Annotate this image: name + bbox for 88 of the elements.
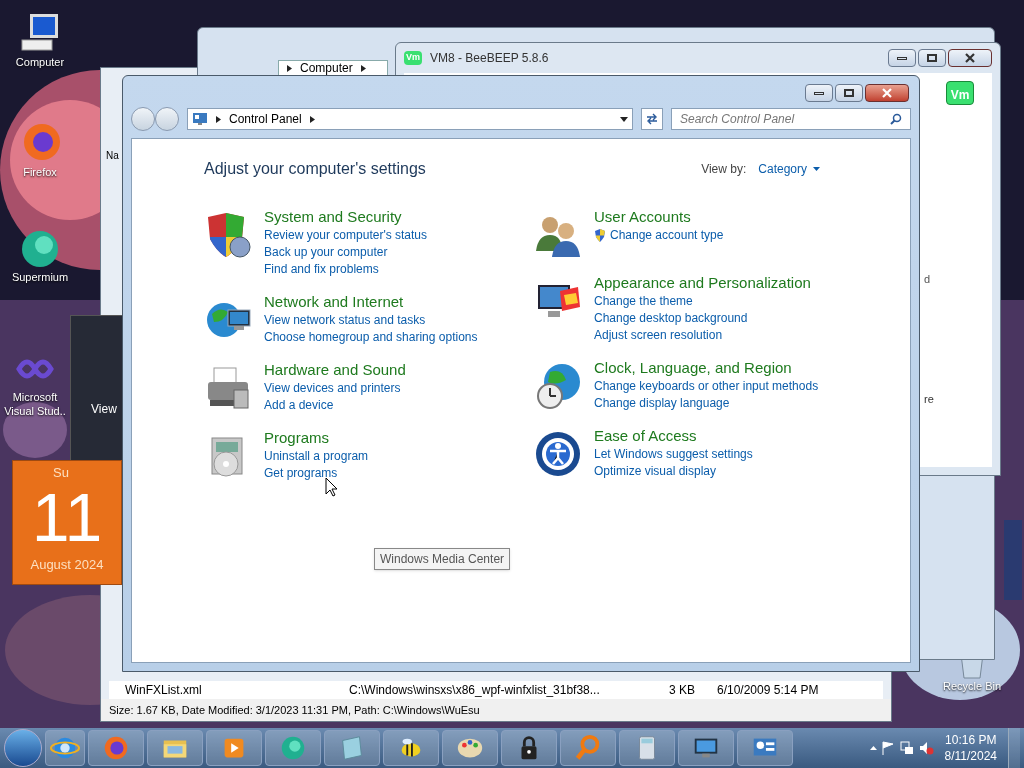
- control-panel-icon: [192, 112, 208, 126]
- column-header[interactable]: Na: [106, 148, 119, 163]
- network-icon[interactable]: [898, 740, 915, 756]
- maximize-button[interactable]: [918, 49, 946, 67]
- caret-down-icon: [813, 167, 820, 171]
- muted-speaker-icon[interactable]: [917, 740, 934, 756]
- taskbar-button[interactable]: [737, 730, 793, 766]
- dropdown-arrow-icon: [620, 116, 628, 122]
- tooltip: Windows Media Center: [374, 548, 511, 570]
- category-title[interactable]: Ease of Access: [594, 426, 753, 446]
- taskbar-button[interactable]: [45, 730, 85, 766]
- address-bar[interactable]: Control Panel: [187, 108, 633, 130]
- search-icon: [890, 113, 902, 125]
- accessibility-icon: [534, 430, 582, 478]
- category-link[interactable]: View network status and tasks: [264, 312, 426, 329]
- category-link[interactable]: Review your computer's status: [264, 227, 428, 244]
- view-by-label: View by:: [701, 161, 747, 178]
- category-title[interactable]: System and Security: [264, 207, 428, 227]
- refresh-button[interactable]: [641, 108, 663, 130]
- text-fragment: d: [924, 272, 931, 287]
- text-fragment: re: [924, 392, 934, 407]
- minimize-button[interactable]: [805, 84, 833, 102]
- taskbar-button[interactable]: [442, 730, 498, 766]
- category-link[interactable]: Adjust screen resolution: [594, 327, 723, 344]
- taskbar-button[interactable]: [147, 730, 203, 766]
- chevron-right-icon: [309, 115, 315, 123]
- file-name[interactable]: WinFXList.xml: [109, 681, 349, 699]
- taskbar-button[interactable]: [678, 730, 734, 766]
- category-link[interactable]: Change keyboards or other input methods: [594, 378, 819, 395]
- desktop-icon-label[interactable]: Microsoft Visual Stud..: [0, 391, 70, 419]
- category-title[interactable]: Hardware and Sound: [264, 360, 406, 380]
- category-link[interactable]: Add a device: [264, 397, 334, 414]
- taskbar-button[interactable]: [501, 730, 557, 766]
- refresh-icon: [646, 113, 658, 125]
- category-link[interactable]: Back up your computer: [264, 244, 388, 261]
- search-field[interactable]: Search Control Panel: [671, 108, 911, 130]
- category-title[interactable]: Programs: [264, 428, 369, 448]
- globe-clock-icon: [534, 362, 582, 410]
- close-icon: [965, 53, 975, 63]
- breadcrumb[interactable]: Control Panel: [229, 110, 302, 128]
- chevron-right-icon: [360, 64, 366, 72]
- search-input[interactable]: Search Control Panel: [680, 110, 890, 128]
- category-link[interactable]: Get programs: [264, 465, 338, 482]
- view-by-dropdown[interactable]: Category: [758, 160, 820, 178]
- category-link[interactable]: Let Windows suggest settings: [594, 446, 753, 463]
- category-title[interactable]: Appearance and Personalization: [594, 273, 811, 293]
- clock-date[interactable]: 8/11/2024: [944, 748, 997, 764]
- category-link[interactable]: Uninstall a program: [264, 448, 369, 465]
- taskbar-button[interactable]: [88, 730, 144, 766]
- chevron-right-icon: [216, 115, 221, 123]
- clock-time[interactable]: 10:16 PM: [945, 732, 997, 748]
- desktop-icon-label[interactable]: Supermium: [11, 271, 69, 285]
- status-bar: Size: 1.67 KB, Date Modified: 3/1/2023 11:31 PM, Path: C:\Windows\WuEsu: [101, 699, 891, 721]
- close-button[interactable]: [948, 49, 992, 67]
- category-link[interactable]: Change display language: [594, 395, 730, 412]
- day-number: 11: [31, 482, 103, 551]
- start-button[interactable]: [4, 729, 42, 767]
- category-title[interactable]: User Accounts: [594, 207, 724, 227]
- close-button[interactable]: [865, 84, 909, 102]
- app-logo: Vm: [945, 81, 975, 105]
- file-path: C:\Windows\winsxs\x86_wpf-winfxlist_31bf38...: [349, 682, 601, 699]
- tray-arrow-icon[interactable]: [869, 746, 877, 750]
- view-label[interactable]: View: [91, 399, 117, 418]
- category-link[interactable]: Change account type: [610, 227, 724, 244]
- category-link[interactable]: Choose homegroup and sharing options: [264, 329, 478, 346]
- file-date: 6/10/2009 5:14 PM: [717, 682, 819, 699]
- category-link[interactable]: Change desktop background: [594, 310, 748, 327]
- close-icon: [882, 88, 892, 98]
- taskbar-button[interactable]: [383, 730, 439, 766]
- app-logo: Vm: [404, 51, 422, 65]
- window-title: VM8 - BeeBEEP 5.8.6: [430, 50, 549, 67]
- chevron-right-icon: [287, 64, 292, 72]
- category-link[interactable]: View devices and printers: [264, 380, 401, 397]
- taskbar-button[interactable]: [265, 730, 321, 766]
- category-title[interactable]: Network and Internet: [264, 292, 478, 312]
- category-title[interactable]: Clock, Language, and Region: [594, 358, 819, 378]
- category-link[interactable]: Find and fix problems: [264, 261, 379, 278]
- page-heading: Adjust your computer's settings: [204, 159, 426, 179]
- taskbar-button[interactable]: [619, 730, 675, 766]
- file-size: 3 KB: [669, 682, 696, 699]
- category-link[interactable]: Optimize visual display: [594, 463, 717, 480]
- month-year: August 2024: [30, 555, 104, 574]
- minimize-button[interactable]: [888, 49, 916, 67]
- flag-icon[interactable]: [879, 740, 896, 756]
- day-name: Su: [53, 464, 69, 482]
- maximize-button[interactable]: [835, 84, 863, 102]
- desktop-icon-label[interactable]: Computer: [15, 56, 65, 70]
- category-link[interactable]: Change the theme: [594, 293, 693, 310]
